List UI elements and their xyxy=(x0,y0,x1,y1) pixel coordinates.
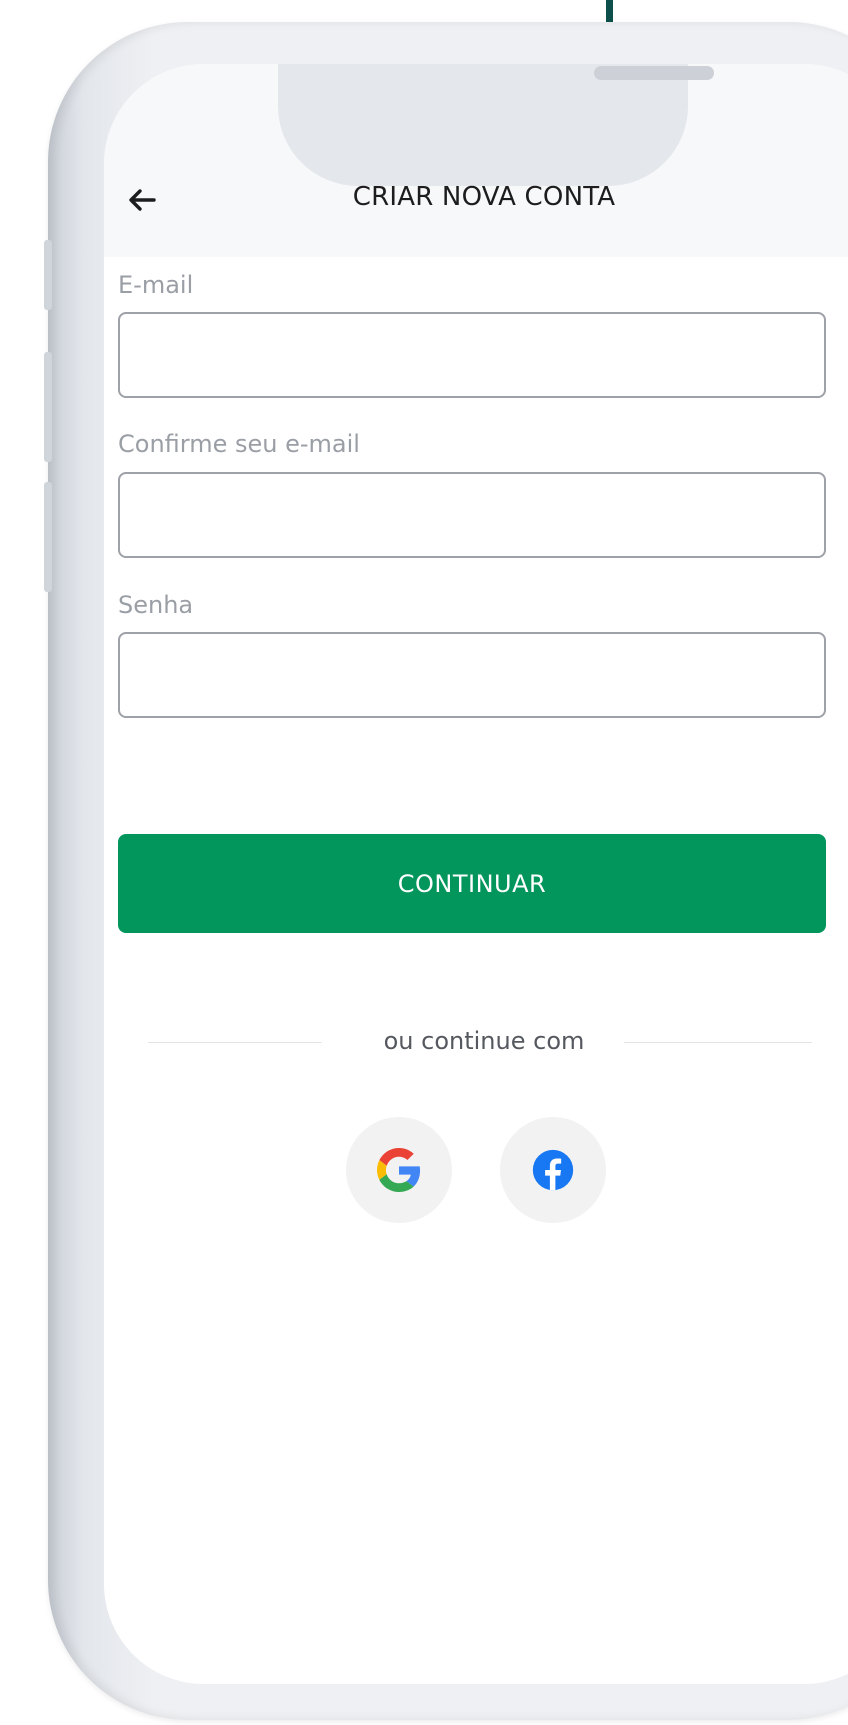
divider-right xyxy=(624,1042,812,1043)
email-label: E-mail xyxy=(118,271,194,299)
google-icon xyxy=(377,1148,421,1192)
phone-volume-up-button xyxy=(44,352,52,462)
password-label: Senha xyxy=(118,591,194,619)
stage: CRIAR NOVA CONTA E-mail Confirme seu e-m… xyxy=(0,0,848,1725)
divider-text: ou continue com xyxy=(383,1027,585,1055)
google-login-button[interactable] xyxy=(346,1117,452,1223)
email-field[interactable] xyxy=(118,312,826,398)
phone-screen: CRIAR NOVA CONTA E-mail Confirme seu e-m… xyxy=(104,64,848,1684)
confirm-email-label: Confirme seu e-mail xyxy=(118,430,360,458)
speaker-grille xyxy=(594,66,714,80)
facebook-login-button[interactable] xyxy=(500,1117,606,1223)
phone-notch xyxy=(278,64,714,186)
facebook-icon xyxy=(532,1149,574,1191)
phone-side-button xyxy=(44,240,52,310)
continue-button[interactable]: CONTINUAR xyxy=(118,834,826,933)
confirm-email-field[interactable] xyxy=(118,472,826,558)
page-title: CRIAR NOVA CONTA xyxy=(352,182,616,212)
password-field[interactable] xyxy=(118,632,826,718)
phone-volume-down-button xyxy=(44,482,52,592)
